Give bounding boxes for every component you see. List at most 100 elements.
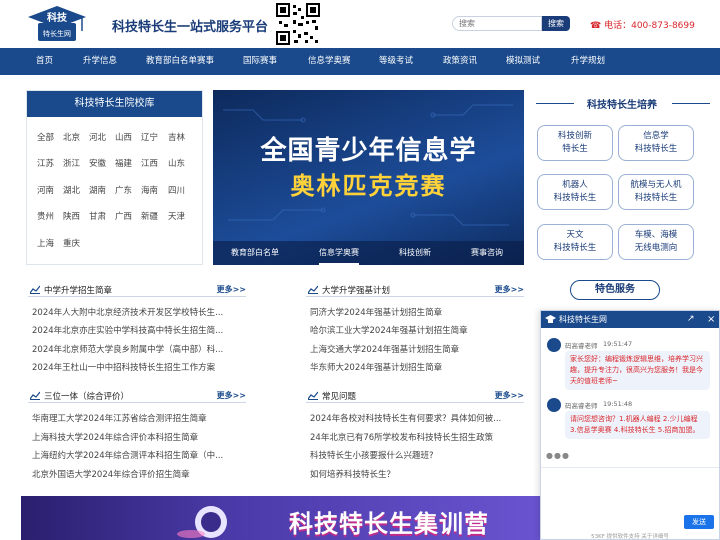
list-item[interactable]: 北京外国语大学2024年综合评价招生简章 — [32, 468, 237, 480]
phone-contact: ☎ 电话：400-873-8699 — [590, 18, 695, 31]
cultivation-label: 信息学 — [643, 131, 669, 141]
cultivation-robotics-button[interactable]: 机器人 科技特长生 — [537, 174, 613, 210]
special-services-title[interactable]: 特色服务 — [570, 280, 660, 300]
list-item[interactable]: 如何培养科技特长生？ — [310, 468, 515, 480]
section-header-university: 大学升学强基计划 更多>> — [306, 281, 524, 297]
section-header-comprehensive: 三位一体（综合评价） 更多>> — [28, 387, 246, 403]
chart-icon — [30, 391, 40, 400]
list-item[interactable]: 华东师大2024年强基计划招生简章 — [310, 361, 515, 373]
list-item[interactable]: 上海交通大学2024年强基计划招生简章 — [310, 343, 515, 355]
banner-subheadline: 奥林匹克竞赛 — [290, 172, 447, 200]
divider — [672, 103, 710, 104]
province-link[interactable]: 海南 — [141, 184, 158, 196]
chat-header: 科技特长生网 ↗ × — [541, 311, 719, 328]
list-item[interactable]: 24年北京已有76所学校发布科技特长生招生政策 — [310, 431, 515, 443]
list-item[interactable]: 华南理工大学2024年江苏省综合测评招生简章 — [32, 412, 237, 424]
nav-item-planning[interactable]: 升学规划 — [571, 48, 605, 75]
banner-tab-informatics[interactable]: 信息学奥赛 — [319, 241, 359, 265]
nav-item-informatics-olympiad[interactable]: 信息学奥赛 — [308, 48, 351, 75]
cultivation-label: 天文 — [566, 230, 584, 240]
list-item[interactable]: 2024年王杜山一中中招科技特长生招生工作方案 — [32, 361, 237, 373]
list-item[interactable]: 2024年北京师范大学良乡附属中学（高中部）科... — [32, 343, 237, 355]
province-link[interactable]: 重庆 — [63, 237, 80, 249]
hero-banner[interactable]: 全国青少年信息学 奥林匹克竞赛 教育部白名单 信息学奥赛 科技创新 赛事咨询 — [213, 90, 524, 265]
province-link[interactable]: 山东 — [168, 157, 185, 169]
province-link[interactable]: 新疆 — [141, 210, 158, 222]
nav-item-whitelist-contests[interactable]: 教育部白名单赛事 — [146, 48, 214, 75]
cultivation-label: 车模、海模 — [634, 230, 678, 240]
province-link[interactable]: 四川 — [168, 184, 185, 196]
list-item[interactable]: 2024年各校对科技特长生有何要求？具体如何被... — [310, 412, 515, 424]
search-input[interactable] — [452, 16, 542, 31]
province-link[interactable]: 北京 — [63, 131, 80, 143]
chat-send-button[interactable]: 发送 — [684, 515, 714, 529]
province-link[interactable]: 山西 — [115, 131, 132, 143]
list-item[interactable]: 上海纽约大学2024年综合测评本科招生简章（中... — [32, 449, 237, 461]
list-item[interactable]: 上海科技大学2024年综合评价本科招生简章 — [32, 431, 237, 443]
cultivation-models-button[interactable]: 车模、海模无线电测向 — [618, 224, 694, 260]
province-link[interactable]: 湖北 — [63, 184, 80, 196]
chart-icon — [308, 285, 318, 294]
search-button[interactable]: 搜索 — [542, 16, 570, 31]
nav-item-policy-news[interactable]: 政策资讯 — [443, 48, 477, 75]
province-link[interactable]: 浙江 — [63, 157, 80, 169]
training-camp-banner[interactable]: 科技特长生集训营 — [21, 496, 541, 540]
banner-tab-whitelist[interactable]: 教育部白名单 — [231, 241, 279, 265]
cultivation-sublabel: 科技特长生 — [553, 193, 597, 203]
more-link[interactable]: 更多>> — [495, 284, 524, 295]
province-link[interactable]: 全部 — [37, 131, 54, 143]
agent-avatar — [547, 398, 561, 412]
cultivation-astronomy-button[interactable]: 天文 科技特长生 — [537, 224, 613, 260]
nav-item-home[interactable]: 首页 — [36, 48, 53, 75]
chat-footer: 53KF 提供软件支持 关于详细号 — [591, 534, 669, 540]
nav-item-international[interactable]: 国际赛事 — [243, 48, 277, 75]
province-link[interactable]: 上海 — [37, 237, 54, 249]
section-title: 三位一体（综合评价） — [44, 392, 130, 402]
province-link[interactable]: 江苏 — [37, 157, 54, 169]
province-link[interactable]: 湖南 — [89, 184, 106, 196]
list-item[interactable]: 2024年人大附中北京经济技术开发区学校特长生... — [32, 306, 237, 318]
chat-widget[interactable]: 科技特长生网 ↗ × 码高睿老师 19:51:47 家长您好：编程锻炼逻辑思维，… — [540, 310, 720, 540]
qr-code-icon — [275, 2, 321, 46]
cultivation-sublabel: 无线电测向 — [634, 243, 678, 253]
site-logo[interactable]: 科技 特长生网 — [24, 5, 90, 43]
site-header: 科技 特长生网 科技特长生一站式服务平台 搜索 ☎ 电话：400-873-869… — [0, 0, 720, 48]
province-link[interactable]: 河北 — [89, 131, 106, 143]
close-icon[interactable]: × — [707, 311, 715, 328]
phone-number: 电话：400-873-8699 — [604, 21, 695, 31]
cultivation-innovation-button[interactable]: 科技创新 特长生 — [537, 125, 613, 161]
cultivation-informatics-button[interactable]: 信息学 科技特长生 — [618, 125, 694, 161]
main-nav: 首页 升学信息 教育部白名单赛事 国际赛事 信息学奥赛 等级考试 政策资讯 模拟… — [0, 48, 720, 75]
cultivation-aviation-button[interactable]: 航模与无人机 科技特长生 — [618, 174, 694, 210]
agent-avatar — [547, 338, 561, 352]
section-title: 中学升学招生简章 — [44, 286, 113, 296]
nav-item-admission-info[interactable]: 升学信息 — [83, 48, 117, 75]
province-link[interactable]: 辽宁 — [141, 131, 158, 143]
nav-item-mock-test[interactable]: 模拟测试 — [506, 48, 540, 75]
list-item[interactable]: 2024年北京亦庄实验中学科技高中特长生招生简... — [32, 324, 237, 336]
province-link[interactable]: 安徽 — [89, 157, 106, 169]
province-link[interactable]: 吉林 — [168, 131, 185, 143]
province-link[interactable]: 河南 — [37, 184, 54, 196]
more-link[interactable]: 更多>> — [495, 390, 524, 401]
expand-icon[interactable]: ↗ — [687, 311, 695, 328]
province-link[interactable]: 陕西 — [63, 210, 80, 222]
province-link[interactable]: 江西 — [141, 157, 158, 169]
more-link[interactable]: 更多>> — [217, 284, 246, 295]
province-link[interactable]: 福建 — [115, 157, 132, 169]
province-link[interactable]: 广西 — [115, 210, 132, 222]
province-link[interactable]: 甘肃 — [89, 210, 106, 222]
list-item[interactable]: 同济大学2024年强基计划招生简章 — [310, 306, 515, 318]
banner-tab-innovation[interactable]: 科技创新 — [399, 241, 431, 265]
more-link[interactable]: 更多>> — [217, 390, 246, 401]
nav-item-grade-exams[interactable]: 等级考试 — [379, 48, 413, 75]
cultivation-sublabel: 科技特长生 — [553, 243, 597, 253]
list-item[interactable]: 科技特长生小孩要报什么兴趣班? — [310, 449, 515, 461]
province-link[interactable]: 贵州 — [37, 210, 54, 222]
cultivation-label: 科技创新 — [557, 131, 592, 141]
province-link[interactable]: 广东 — [115, 184, 132, 196]
banner-tab-consult[interactable]: 赛事咨询 — [471, 241, 503, 265]
list-item[interactable]: 哈尔滨工业大学2024年强基计划招生简章 — [310, 324, 515, 336]
province-link[interactable]: 天津 — [168, 210, 185, 222]
logo-text-bottom: 特长生网 — [43, 29, 71, 38]
